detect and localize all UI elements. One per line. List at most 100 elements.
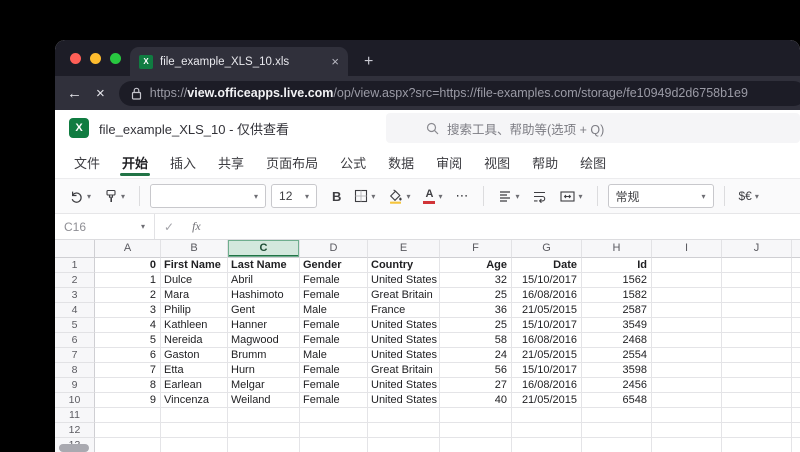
insert-function-icon[interactable]: fx: [183, 219, 210, 234]
align-button[interactable]: ▾: [494, 186, 523, 206]
cell-I1[interactable]: [652, 258, 722, 273]
column-header-J[interactable]: J: [722, 240, 792, 258]
cell-E11[interactable]: [368, 408, 440, 423]
cell-A2[interactable]: 1: [95, 273, 161, 288]
row-header-7[interactable]: 7: [55, 348, 95, 363]
formula-input[interactable]: [210, 214, 800, 239]
row-header-6[interactable]: 6: [55, 333, 95, 348]
cell-E8[interactable]: Great Britain: [368, 363, 440, 378]
menu-tab-1[interactable]: 开始: [111, 146, 159, 178]
cell-B1[interactable]: First Name: [161, 258, 228, 273]
menu-tab-7[interactable]: 审阅: [425, 146, 473, 178]
cell-B11[interactable]: [161, 408, 228, 423]
cell-I10[interactable]: [652, 393, 722, 408]
cell-J4[interactable]: [722, 303, 792, 318]
cell-J11[interactable]: [722, 408, 792, 423]
browser-tab[interactable]: X file_example_XLS_10.xls ×: [130, 47, 348, 76]
row-header-10[interactable]: 10: [55, 393, 95, 408]
cell-D8[interactable]: Female: [300, 363, 368, 378]
cell-B3[interactable]: Mara: [161, 288, 228, 303]
cell-A6[interactable]: 5: [95, 333, 161, 348]
menu-tab-9[interactable]: 帮助: [521, 146, 569, 178]
cell-D2[interactable]: Female: [300, 273, 368, 288]
column-header-D[interactable]: D: [300, 240, 368, 258]
back-icon[interactable]: ←: [67, 86, 82, 101]
cell-A4[interactable]: 3: [95, 303, 161, 318]
cell-I13[interactable]: [652, 438, 722, 452]
cell-H7[interactable]: 2554: [582, 348, 652, 363]
cell-I5[interactable]: [652, 318, 722, 333]
search-box[interactable]: 搜索工具、帮助等(选项 + Q): [386, 113, 800, 143]
cell-E3[interactable]: Great Britain: [368, 288, 440, 303]
row-header-1[interactable]: 1: [55, 258, 95, 273]
cell-H4[interactable]: 2587: [582, 303, 652, 318]
column-header-I[interactable]: I: [652, 240, 722, 258]
cell-F8[interactable]: 56: [440, 363, 512, 378]
column-header-A[interactable]: A: [95, 240, 161, 258]
cell-G5[interactable]: 15/10/2017: [512, 318, 582, 333]
cell-B5[interactable]: Kathleen: [161, 318, 228, 333]
cell-H12[interactable]: [582, 423, 652, 438]
cell-G2[interactable]: 15/10/2017: [512, 273, 582, 288]
cell-A9[interactable]: 8: [95, 378, 161, 393]
cell-E13[interactable]: [368, 438, 440, 452]
cell-B9[interactable]: Earlean: [161, 378, 228, 393]
row-header-8[interactable]: 8: [55, 363, 95, 378]
cell-C11[interactable]: [228, 408, 300, 423]
cell-E1[interactable]: Country: [368, 258, 440, 273]
cell-G4[interactable]: 21/05/2015: [512, 303, 582, 318]
cell-B4[interactable]: Philip: [161, 303, 228, 318]
cell-J6[interactable]: [722, 333, 792, 348]
cell-J1[interactable]: [722, 258, 792, 273]
cell-F12[interactable]: [440, 423, 512, 438]
cell-G1[interactable]: Date: [512, 258, 582, 273]
cell-I11[interactable]: [652, 408, 722, 423]
cell-C5[interactable]: Hanner: [228, 318, 300, 333]
cell-B6[interactable]: Nereida: [161, 333, 228, 348]
column-header-C[interactable]: C: [228, 240, 300, 258]
menu-tab-3[interactable]: 共享: [207, 146, 255, 178]
horizontal-scrollbar-thumb[interactable]: [59, 444, 89, 452]
cell-I2[interactable]: [652, 273, 722, 288]
cell-D3[interactable]: Female: [300, 288, 368, 303]
window-close-button[interactable]: [70, 53, 81, 64]
fill-color-button[interactable]: ▾: [384, 186, 414, 207]
cell-H10[interactable]: 6548: [582, 393, 652, 408]
more-formatting-button[interactable]: ⋯: [451, 185, 473, 207]
cell-J13[interactable]: [722, 438, 792, 452]
row-header-9[interactable]: 9: [55, 378, 95, 393]
cell-I3[interactable]: [652, 288, 722, 303]
cell-B12[interactable]: [161, 423, 228, 438]
cell-I8[interactable]: [652, 363, 722, 378]
menu-tab-5[interactable]: 公式: [329, 146, 377, 178]
cell-A8[interactable]: 7: [95, 363, 161, 378]
row-header-11[interactable]: 11: [55, 408, 95, 423]
cell-F9[interactable]: 27: [440, 378, 512, 393]
cell-A11[interactable]: [95, 408, 161, 423]
cell-D10[interactable]: Female: [300, 393, 368, 408]
row-header-12[interactable]: 12: [55, 423, 95, 438]
cell-F5[interactable]: 25: [440, 318, 512, 333]
select-all-corner[interactable]: [55, 240, 95, 258]
cell-F7[interactable]: 24: [440, 348, 512, 363]
cell-A12[interactable]: [95, 423, 161, 438]
cell-A10[interactable]: 9: [95, 393, 161, 408]
cell-C3[interactable]: Hashimoto: [228, 288, 300, 303]
number-format-combo[interactable]: 常规 ▾: [607, 184, 714, 208]
borders-button[interactable]: ▾: [350, 186, 379, 206]
cell-A7[interactable]: 6: [95, 348, 161, 363]
cell-G6[interactable]: 16/08/2016: [512, 333, 582, 348]
cell-D9[interactable]: Female: [300, 378, 368, 393]
cell-B2[interactable]: Dulce: [161, 273, 228, 288]
menu-tab-8[interactable]: 视图: [473, 146, 521, 178]
cell-D11[interactable]: [300, 408, 368, 423]
row-header-2[interactable]: 2: [55, 273, 95, 288]
undo-button[interactable]: ▾: [65, 186, 95, 207]
cell-G13[interactable]: [512, 438, 582, 452]
cell-I4[interactable]: [652, 303, 722, 318]
cell-H8[interactable]: 3598: [582, 363, 652, 378]
cell-C2[interactable]: Abril: [228, 273, 300, 288]
cell-E6[interactable]: United States: [368, 333, 440, 348]
cell-H1[interactable]: Id: [582, 258, 652, 273]
cell-C1[interactable]: Last Name: [228, 258, 300, 273]
